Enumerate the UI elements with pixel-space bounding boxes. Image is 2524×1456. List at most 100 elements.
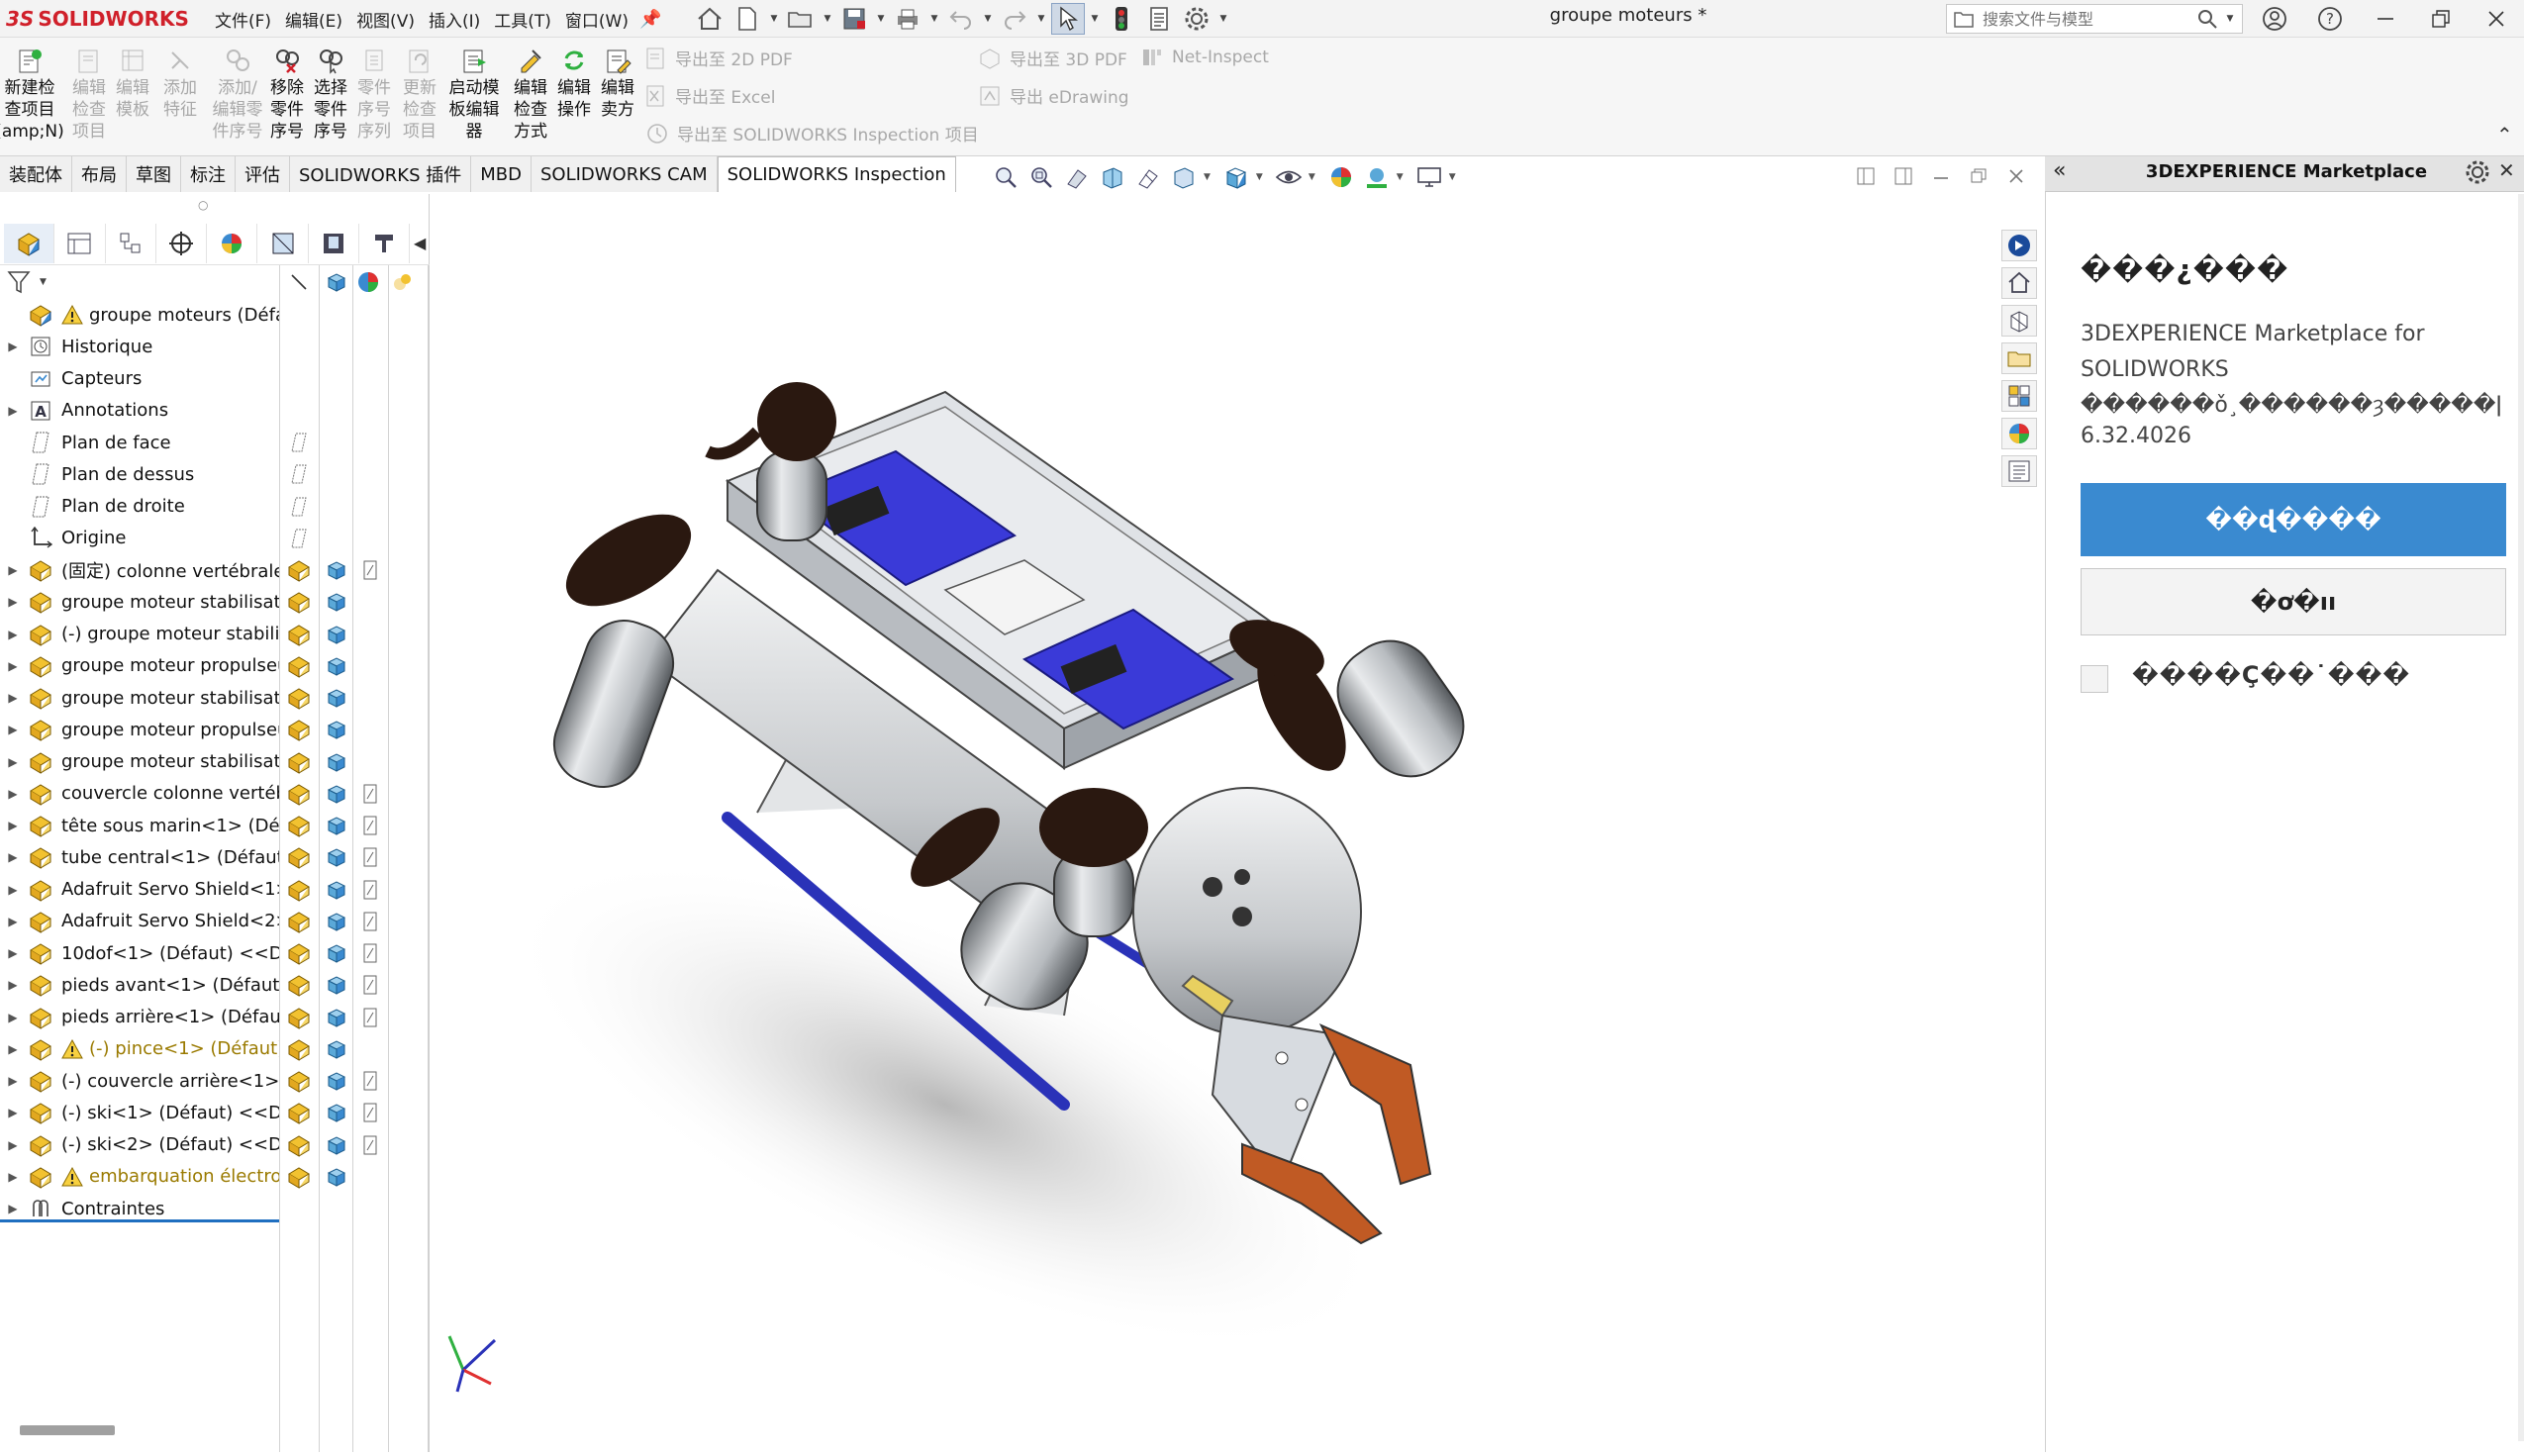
tab-layout[interactable]: 布局	[72, 156, 127, 192]
export-3d-pdf-button[interactable]: 导出至 3D PDF	[978, 46, 1127, 70]
tree-item-component[interactable]: ▶ groupe moteur propulseur<2> (Défaut)	[0, 714, 279, 745]
export-edrawing-button[interactable]: 导出 eDrawing	[978, 83, 1129, 108]
tree-root-assembly[interactable]: groupe moteurs (Défaut) <Défaut_Etat	[0, 299, 279, 331]
tree-horizontal-scrollbar[interactable]	[20, 1425, 115, 1435]
edit-operations-button[interactable]: 编辑 操作	[552, 44, 596, 121]
options-dropdown-icon[interactable]: ▼	[1217, 14, 1229, 24]
new-dropdown-icon[interactable]: ▼	[768, 14, 780, 24]
minimize-icon[interactable]	[2358, 2, 2413, 36]
tree-expander[interactable]: ▶	[0, 1042, 26, 1056]
tab-assembly[interactable]: 装配体	[0, 156, 72, 192]
design-library-tab-icon[interactable]	[2001, 305, 2037, 337]
tree-item-component[interactable]: ▶ groupe moteur stabilisateur<4> (Défaut)	[0, 746, 279, 778]
hide-show-items-icon[interactable]	[1273, 162, 1305, 192]
select-balloon-button[interactable]: 选择 零件 序号	[309, 44, 352, 143]
tree-item-component[interactable]: ▶ tube central<1> (Défaut)	[0, 841, 279, 873]
tree-item-component[interactable]: ▶ 10dof<1> (Défaut) <<Défaut>	[0, 937, 279, 969]
tree-item-origin[interactable]: Origine	[0, 523, 279, 554]
tab-sketch[interactable]: 草图	[127, 156, 181, 192]
tree-item-component[interactable]: ▶ groupe moteur stabilisateur<3> (Défaut)	[0, 682, 279, 714]
feature-manager-tab-icon[interactable]	[4, 223, 55, 263]
export-2d-pdf-button[interactable]: 导出至 2D PDF	[645, 46, 793, 70]
tab-solidworks-cam[interactable]: SOLIDWORKS CAM	[531, 156, 718, 192]
panel-collapse-arrow-icon[interactable]: ◀	[410, 224, 430, 263]
viewport-restore-icon[interactable]	[1966, 162, 1991, 190]
collapse-panel-icon[interactable]: «	[2053, 158, 2066, 183]
edit-inspection-project-button[interactable]: 编辑 检查 项目	[67, 44, 111, 143]
user-account-icon[interactable]	[2247, 2, 2302, 36]
tree-item-component[interactable]: ▶ (固定) colonne vertébrale<1> (Défaut)	[0, 554, 279, 586]
file-properties-icon[interactable]	[1142, 3, 1176, 35]
panel-drag-handle-icon[interactable]: ○	[198, 198, 208, 212]
tree-item-top-plane[interactable]: Plan de dessus	[0, 458, 279, 490]
select-dropdown-icon[interactable]: ▼	[1089, 14, 1101, 24]
graphics-viewport[interactable]	[431, 194, 2044, 1452]
home-icon[interactable]	[693, 3, 727, 35]
print-icon[interactable]	[891, 3, 924, 35]
solidworks-resources-tab-icon[interactable]	[2001, 267, 2037, 299]
tree-expander[interactable]: ▶	[0, 691, 26, 705]
property-manager-tab-icon[interactable]	[54, 223, 106, 263]
launch-template-editor-button[interactable]: 启动模 板编辑 器	[447, 44, 501, 143]
configuration-manager-tab-icon[interactable]	[106, 223, 156, 263]
marketplace-secondary-button[interactable]: �ơ�ıı	[2081, 568, 2506, 635]
tree-item-component[interactable]: ▶ groupe moteur stabilisateur<1> (Défaut)	[0, 586, 279, 618]
hide-show-dropdown-icon[interactable]: ▼	[1309, 172, 1315, 182]
tree-item-front-plane[interactable]: Plan de face	[0, 427, 279, 458]
tree-expander[interactable]: ▶	[0, 340, 26, 353]
panel-vertical-scrollbar[interactable]	[2518, 194, 2524, 1441]
save-icon[interactable]	[837, 3, 871, 35]
panel-close-icon[interactable]: ✕	[2498, 158, 2515, 182]
dimxpert-tab-icon[interactable]	[156, 223, 208, 263]
menu-insert[interactable]: 插入(I)	[422, 7, 487, 32]
view-settings-icon[interactable]	[1413, 162, 1445, 192]
menu-edit[interactable]: 编辑(E)	[278, 7, 349, 32]
tree-expander[interactable]: ▶	[0, 563, 26, 577]
tree-item-annotations[interactable]: ▶ A Annotations	[0, 395, 279, 427]
file-explorer-tab-icon[interactable]	[2001, 342, 2037, 374]
view-orientation-dropdown-icon[interactable]: ▼	[1204, 172, 1211, 182]
tree-item-right-plane[interactable]: Plan de droite	[0, 491, 279, 523]
restore-icon[interactable]	[2413, 2, 2469, 36]
print-dropdown-icon[interactable]: ▼	[928, 14, 940, 24]
tree-item-component[interactable]: ▶ (-) ski<1> (Défaut) <<Défaut>	[0, 1097, 279, 1128]
export-inspection-project-button[interactable]: 导出至 SOLIDWORKS Inspection 项目	[645, 121, 979, 146]
rebuild-traffic-light-icon[interactable]	[1105, 3, 1138, 35]
tree-item-component[interactable]: ▶ Adafruit Servo Shield<2> (Défaut)	[0, 906, 279, 937]
cam-tool-tree-tab-icon[interactable]	[359, 223, 411, 263]
tree-expander[interactable]: ▶	[0, 404, 26, 418]
add-edit-balloon-button[interactable]: 添加/ 编辑零 件序号	[212, 44, 263, 143]
display-manager-tab-icon[interactable]	[207, 223, 258, 263]
tree-expander[interactable]: ▶	[0, 787, 26, 801]
tree-expander[interactable]: ▶	[0, 1106, 26, 1119]
search-dropdown-icon[interactable]: ▼	[2224, 14, 2236, 24]
new-document-icon[interactable]	[730, 3, 764, 35]
zoom-to-fit-icon[interactable]	[990, 162, 1021, 192]
tree-expander[interactable]: ▶	[0, 723, 26, 736]
tree-expander[interactable]: ▶	[0, 819, 26, 832]
tree-expander[interactable]: ▶	[0, 595, 26, 609]
edit-template-button[interactable]: 编辑 模板	[111, 44, 154, 121]
3dexperience-marketplace-tab-icon[interactable]	[2001, 230, 2037, 261]
menu-view[interactable]: 视图(V)	[349, 7, 422, 32]
balloon-sequence-button[interactable]: 零件 序号 序列	[352, 44, 396, 143]
search-box[interactable]: ▼	[1946, 4, 2243, 34]
edit-vendors-button[interactable]: 编辑 卖方	[596, 44, 639, 121]
solidworks-logo[interactable]: 3S SOLIDWORKS	[6, 5, 189, 33]
close-icon[interactable]	[2469, 2, 2524, 36]
tree-expander[interactable]: ▶	[0, 1011, 26, 1024]
open-folder-icon[interactable]	[784, 3, 818, 35]
tree-expander[interactable]: ▶	[0, 659, 26, 673]
tree-expander[interactable]: ▶	[0, 1138, 26, 1152]
add-feature-button[interactable]: 添加 特征	[158, 44, 202, 121]
tree-item-component[interactable]: ▶ Adafruit Servo Shield<1> (Défaut)	[0, 874, 279, 906]
tree-item-component[interactable]: ▶ tête sous marin<1> (Défaut)	[0, 810, 279, 841]
previous-view-icon[interactable]	[1061, 162, 1093, 192]
tree-item-sensors[interactable]: Capteurs	[0, 363, 279, 395]
new-inspection-project-button[interactable]: 新建检 查项目 (amp;N)	[0, 44, 64, 143]
marketplace-primary-button[interactable]: ��ɖ����	[2081, 483, 2506, 556]
tree-expander[interactable]: ▶	[0, 628, 26, 641]
tree-item-history[interactable]: ▶ Historique	[0, 331, 279, 362]
tree-expander[interactable]: ▶	[0, 946, 26, 960]
column-appearance-icon[interactable]	[354, 268, 382, 296]
